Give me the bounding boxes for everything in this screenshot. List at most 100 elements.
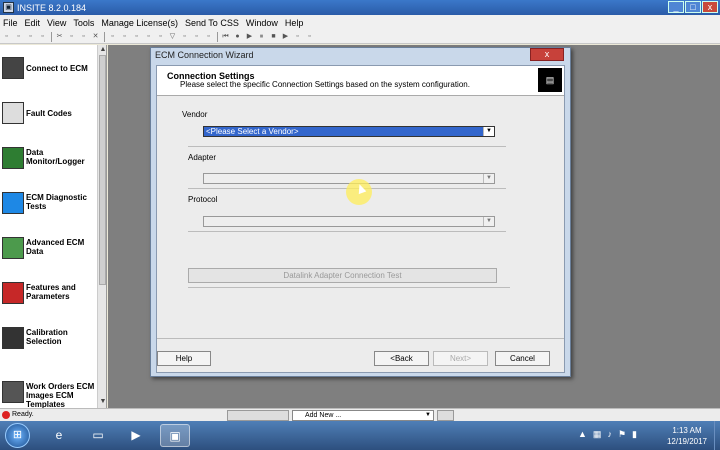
- record-icon[interactable]: ●: [233, 32, 242, 41]
- sidebar-item-label: Connect to ECM: [26, 64, 88, 73]
- cut-icon[interactable]: ✂: [55, 32, 64, 41]
- image-icon[interactable]: ▫: [180, 32, 189, 41]
- sidebar-item-data-monitor[interactable]: Data Monitor/Logger: [2, 147, 97, 177]
- menu-send-to-css[interactable]: Send To CSS: [185, 18, 239, 28]
- folder-icon[interactable]: ▭: [83, 424, 113, 447]
- network-icon[interactable]: ▦: [593, 429, 602, 440]
- print-icon[interactable]: ▫: [38, 32, 47, 41]
- protocol-select[interactable]: ▼: [203, 216, 495, 227]
- window-title: INSITE 8.2.0.184: [17, 2, 87, 13]
- clock[interactable]: 1:13 AM 12/19/2017: [661, 425, 713, 447]
- status-panel: [437, 410, 454, 421]
- close-button[interactable]: x: [702, 1, 718, 13]
- snapshot-icon[interactable]: ▫: [293, 32, 302, 41]
- back-button[interactable]: <Back: [374, 351, 429, 366]
- add-new-select[interactable]: Add New ... ▼: [292, 410, 434, 421]
- connection-settings-subtitle: Please select the specific Connection Se…: [180, 80, 470, 89]
- sidebar-scrollbar[interactable]: ▲ ▼: [97, 45, 106, 408]
- features-icon: [2, 282, 24, 304]
- insite-window: ▣ INSITE 8.2.0.184 _ □ x File Edit View …: [0, 0, 720, 421]
- divider: [188, 287, 510, 288]
- start-button[interactable]: ⊞: [5, 423, 30, 448]
- fault-icon[interactable]: ▫: [120, 32, 129, 41]
- chevron-down-icon[interactable]: ▼: [423, 411, 433, 420]
- tests-icon[interactable]: ▫: [144, 32, 153, 41]
- export-icon[interactable]: ▫: [305, 32, 314, 41]
- scroll-down-icon[interactable]: ▼: [98, 397, 106, 407]
- stop-icon[interactable]: ■: [269, 32, 278, 41]
- show-desktop-button[interactable]: [714, 421, 720, 450]
- copy-icon[interactable]: ▫: [67, 32, 76, 41]
- sidebar-item-label: ECM Diagnostic Tests: [26, 193, 87, 211]
- help-button[interactable]: Help: [157, 351, 211, 366]
- calibration-icon: [2, 327, 24, 349]
- first-icon[interactable]: ⏮: [221, 32, 230, 41]
- dialog-title: ECM Connection Wizard: [155, 50, 254, 60]
- dialog-header: Connection Settings Please select the sp…: [157, 66, 564, 96]
- scroll-up-icon[interactable]: ▲: [98, 45, 106, 55]
- tray-arrow-icon[interactable]: ▲: [578, 429, 587, 440]
- taskbar: ⊞ e ▭ ▶ ▣ ▲ ▦ ♪ ⚑ ▮ 1:13 AM 12/19/2017: [0, 421, 720, 450]
- next-button[interactable]: Next>: [433, 351, 488, 366]
- status-text: Ready.: [12, 411, 34, 418]
- chevron-down-icon[interactable]: ▼: [483, 127, 494, 136]
- menu-manage-licenses[interactable]: Manage License(s): [101, 18, 178, 28]
- chart-icon[interactable]: ▫: [156, 32, 165, 41]
- sidebar-item-fault-codes[interactable]: Fault Codes: [2, 102, 97, 132]
- diagnostic-tests-icon: [2, 192, 24, 214]
- delete-icon[interactable]: ✕: [91, 32, 100, 41]
- chevron-down-icon[interactable]: ▼: [483, 217, 494, 226]
- chevron-down-icon[interactable]: ▼: [483, 174, 494, 183]
- cancel-button[interactable]: Cancel: [495, 351, 550, 366]
- menu-window[interactable]: Window: [246, 18, 278, 28]
- menu-file[interactable]: File: [3, 18, 18, 28]
- connect-icon[interactable]: ▫: [108, 32, 117, 41]
- vendor-select-value: <Please Select a Vendor>: [206, 127, 299, 136]
- maximize-button[interactable]: □: [685, 1, 701, 13]
- sidebar-item-work-orders[interactable]: Work Orders ECM Images ECM Templates: [2, 381, 97, 408]
- media-player-icon[interactable]: ▶: [121, 424, 151, 447]
- speaker-icon[interactable]: ♪: [607, 429, 612, 440]
- sidebar-item-connect-to-ecm[interactable]: Connect to ECM: [2, 57, 97, 87]
- sidebar-item-label: Data Monitor/Logger: [26, 148, 85, 166]
- open-icon[interactable]: ▫: [14, 32, 23, 41]
- menu-help[interactable]: Help: [285, 18, 304, 28]
- pause-icon[interactable]: ⏸: [257, 32, 266, 41]
- minimize-button[interactable]: _: [668, 1, 684, 13]
- tools-icon[interactable]: ▫: [204, 32, 213, 41]
- menu-bar: File Edit View Tools Manage License(s) S…: [0, 15, 720, 30]
- window-controls: _ □ x: [668, 1, 718, 13]
- vendor-select[interactable]: <Please Select a Vendor> ▼: [203, 126, 495, 137]
- filter-icon[interactable]: ▽: [168, 32, 177, 41]
- dialog-close-button[interactable]: x: [530, 48, 564, 61]
- work-orders-icon: [2, 381, 24, 403]
- system-tray: ▲ ▦ ♪ ⚑ ▮: [578, 429, 637, 440]
- sidebar-item-advanced-ecm-data[interactable]: Advanced ECM Data: [2, 237, 97, 267]
- sidebar-item-label: Work Orders ECM Images ECM Templates: [26, 382, 95, 408]
- signal-icon[interactable]: ▮: [632, 429, 637, 440]
- menu-tools[interactable]: Tools: [73, 18, 94, 28]
- paste-icon[interactable]: ▫: [79, 32, 88, 41]
- monitor-icon[interactable]: ▫: [132, 32, 141, 41]
- menu-edit[interactable]: Edit: [25, 18, 41, 28]
- play-icon[interactable]: ▶: [245, 32, 254, 41]
- new-icon[interactable]: ▫: [2, 32, 11, 41]
- insite-taskbar-icon[interactable]: ▣: [160, 424, 190, 447]
- internet-explorer-icon[interactable]: e: [44, 424, 74, 447]
- scrollbar-thumb[interactable]: [99, 55, 106, 285]
- save-icon[interactable]: ▫: [26, 32, 35, 41]
- sidebar-item-calibration-selection[interactable]: Calibration Selection: [2, 327, 97, 357]
- sidebar-item-label: Fault Codes: [26, 109, 72, 118]
- ecm-connection-wizard: ECM Connection Wizard x Connection Setti…: [150, 47, 571, 377]
- next-icon[interactable]: ▶: [281, 32, 290, 41]
- datalink-test-button[interactable]: Datalink Adapter Connection Test: [188, 268, 497, 283]
- status-bar: Ready. Add New ... ▼: [0, 408, 720, 421]
- menu-view[interactable]: View: [47, 18, 66, 28]
- title-bar[interactable]: ▣ INSITE 8.2.0.184 _ □ x: [0, 0, 720, 15]
- sidebar-item-features-parameters[interactable]: Features and Parameters: [2, 282, 97, 312]
- sidebar-item-ecm-diagnostic-tests[interactable]: ECM Diagnostic Tests: [2, 192, 97, 222]
- grid-icon[interactable]: ▫: [192, 32, 201, 41]
- sidebar-item-label: Calibration Selection: [26, 328, 68, 346]
- flag-icon[interactable]: ⚑: [618, 429, 626, 440]
- clock-time: 1:13 AM: [672, 426, 702, 435]
